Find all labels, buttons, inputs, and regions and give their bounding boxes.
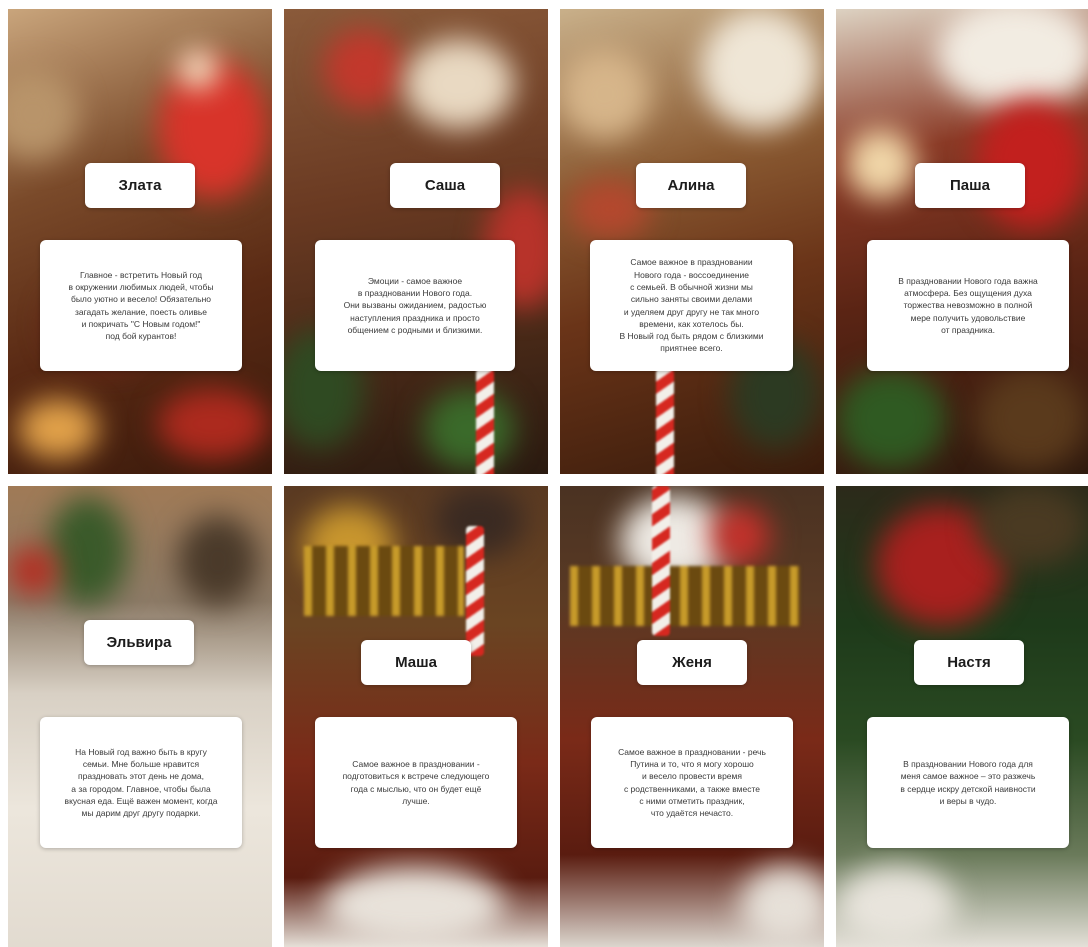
name-card: Эльвира	[84, 620, 194, 665]
tile-masha: Маша Самое важное в праздновании - подгот…	[284, 486, 548, 947]
person-name: Женя	[672, 654, 712, 671]
quote-card: Эмоции - самое важное в праздновании Ново…	[315, 240, 515, 371]
quote-text: Самое важное в праздновании - речь Путина…	[618, 746, 766, 819]
person-name: Алина	[667, 177, 715, 194]
quote-card: На Новый год важно быть в кругу семьи. Мн…	[40, 717, 242, 848]
tile-elvira: Эльвира На Новый год важно быть в кругу с…	[8, 486, 272, 947]
quote-text: Главное - встретить Новый год в окружении…	[68, 269, 214, 342]
quote-card: Главное - встретить Новый год в окружении…	[40, 240, 242, 371]
name-card: Паша	[915, 163, 1025, 208]
name-card: Настя	[914, 640, 1024, 685]
name-card: Женя	[637, 640, 747, 685]
tile-sasha: Саша Эмоции - самое важное в праздновании…	[284, 9, 548, 474]
photo-collage: Злата Главное - встретить Новый год в окр…	[0, 0, 1088, 947]
tile-nastya: Настя В праздновании Нового года для меня…	[836, 486, 1088, 947]
quote-text: В праздновании Нового года важна атмосфер…	[898, 275, 1038, 335]
quote-text: Самое важное в праздновании - подготовить…	[342, 758, 490, 806]
tile-zlata: Злата Главное - встретить Новый год в окр…	[8, 9, 272, 474]
quote-card: Самое важное в праздновании - подготовить…	[315, 717, 517, 848]
name-card: Саша	[390, 163, 500, 208]
quote-card: В праздновании Нового года для меня самое…	[867, 717, 1069, 848]
tile-pasha: Паша В праздновании Нового года важна атм…	[836, 9, 1088, 474]
person-name: Эльвира	[106, 634, 172, 651]
tile-alina: Алина Самое важное в праздновании Нового …	[560, 9, 824, 474]
person-name: Маша	[395, 654, 437, 671]
name-card: Злата	[85, 163, 195, 208]
tile-zhenya: Женя Самое важное в праздновании - речь П…	[560, 486, 824, 947]
quote-text: Самое важное в праздновании Нового года -…	[619, 257, 764, 354]
name-card: Маша	[361, 640, 471, 685]
person-name: Настя	[947, 654, 991, 671]
quote-text: На Новый год важно быть в кругу семьи. Мн…	[64, 746, 218, 819]
person-name: Паша	[950, 177, 990, 194]
quote-text: Эмоции - самое важное в праздновании Ново…	[343, 275, 487, 335]
quote-card: Самое важное в праздновании Нового года -…	[590, 240, 793, 371]
person-name: Злата	[118, 177, 162, 194]
quote-text: В праздновании Нового года для меня самое…	[900, 758, 1036, 806]
quote-card: Самое важное в праздновании - речь Путина…	[591, 717, 793, 848]
person-name: Саша	[424, 177, 466, 194]
name-card: Алина	[636, 163, 746, 208]
quote-card: В праздновании Нового года важна атмосфер…	[867, 240, 1069, 371]
